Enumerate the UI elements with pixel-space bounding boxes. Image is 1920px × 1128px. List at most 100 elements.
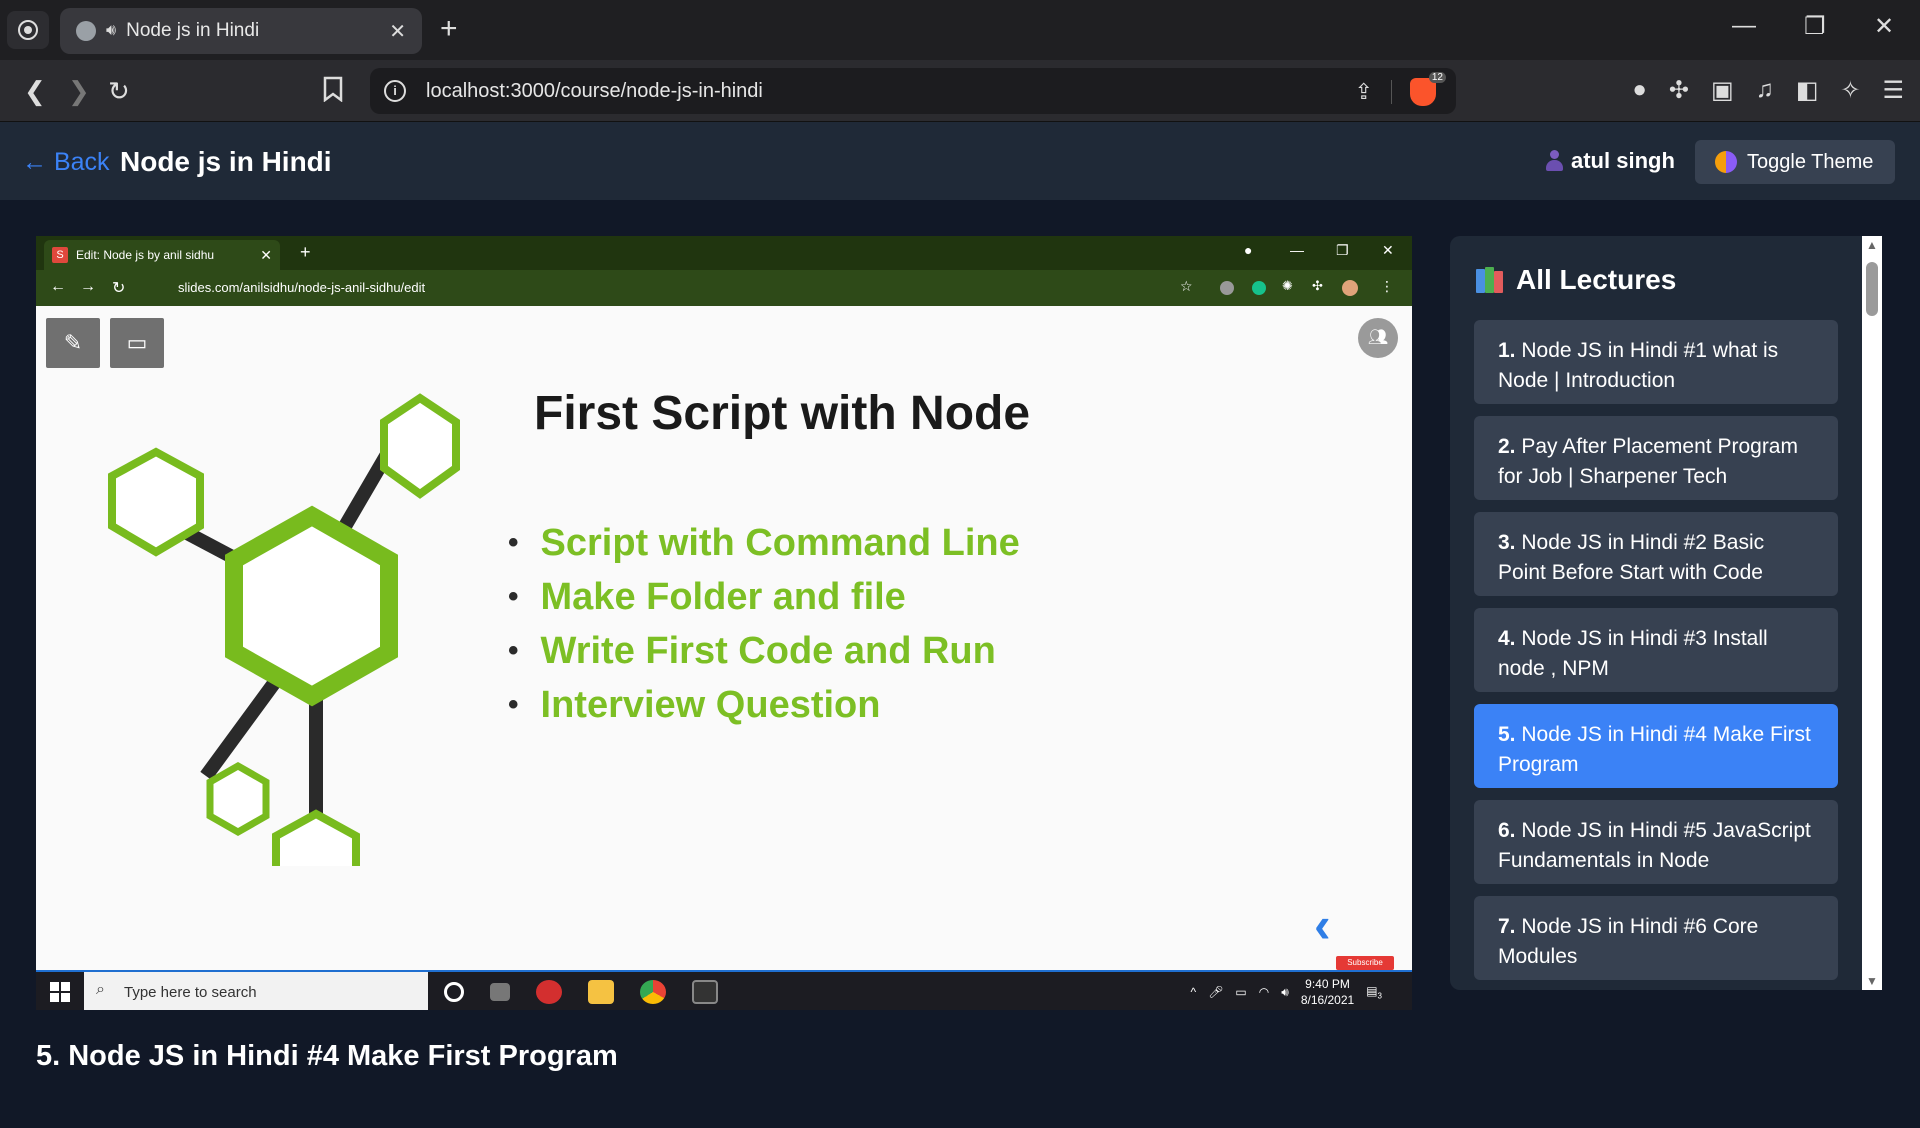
video-minimize-icon: — (1290, 242, 1304, 258)
video-tab-close-icon: ✕ (260, 246, 272, 263)
lecture-number: 7. (1498, 915, 1516, 938)
toggle-theme-button[interactable]: Toggle Theme (1695, 140, 1895, 184)
video-star-icon: ☆ (1180, 278, 1193, 294)
bookmark-icon[interactable] (322, 76, 344, 109)
new-tab-button[interactable]: + (440, 14, 458, 44)
windows-taskbar: ⌕ Type here to search ^ 🎤︎ ▭ ◠ 🔊︎ 9:40 P… (36, 970, 1412, 1010)
restore-icon[interactable]: ❐ (1804, 12, 1826, 41)
forward-arrow-icon[interactable]: ❯ (68, 76, 90, 107)
lecture-title: Node JS in Hindi #5 JavaScript Fundament… (1498, 819, 1811, 872)
sidebar-icon[interactable]: ◧ (1796, 76, 1819, 105)
sidebar-heading-text: All Lectures (1516, 264, 1677, 295)
tab-title: Node js in Hindi (126, 20, 260, 41)
video-reload-icon: ↻ (112, 280, 126, 297)
brave-shields-icon[interactable]: 12 (1410, 72, 1446, 106)
slide-bullet: Script with Command Line (508, 516, 1020, 570)
lecture-number: 3. (1498, 531, 1516, 554)
slide-content: ✎ ▭ 👥︎ First Script with Node Script wit… (36, 306, 1412, 970)
media-icon[interactable]: ♫ (1756, 76, 1774, 105)
site-info-icon[interactable]: i (384, 80, 406, 102)
video-url: slides.com/anilsidhu/node-js-anil-sidhu/… (178, 280, 426, 295)
video-react-icon: ✺ (1282, 278, 1293, 293)
scroll-up-icon[interactable]: ▲ (1866, 238, 1878, 252)
lecture-list: 1. Node JS in Hindi #1 what is Node | In… (1474, 320, 1838, 990)
microphone-icon: 🎤︎ (1208, 985, 1224, 999)
close-tab-icon[interactable]: ✕ (389, 19, 406, 44)
leo-ai-icon[interactable]: ✧ (1840, 76, 1860, 105)
sidebar-scrollbar[interactable]: ▲ ▼ (1862, 236, 1882, 990)
theme-icon (1715, 151, 1737, 173)
reload-icon[interactable]: ↻ (108, 76, 130, 107)
menu-icon[interactable]: ☰ (1882, 76, 1904, 105)
system-tray: ^ 🎤︎ ▭ ◠ 🔊︎ 9:40 PM 8/16/2021 ▤3 (1191, 976, 1382, 1008)
share-icon[interactable]: ⇪ (1355, 79, 1373, 105)
user-name: atul singh (1571, 148, 1675, 173)
notification-icon: ▤3 (1366, 983, 1382, 1001)
video-restore-icon: ❐ (1336, 242, 1349, 258)
lecture-title: Node JS in Hindi #2 Basic Point Before S… (1498, 531, 1765, 584)
video-tab-title: Edit: Node js by anil sidhu (76, 248, 215, 262)
divider (1391, 80, 1392, 104)
lecture-number: 5. (1498, 723, 1516, 746)
speaker-icon[interactable]: 🔊︎ (106, 22, 116, 40)
hexagon-top (380, 393, 460, 499)
back-link[interactable]: ← Back (22, 148, 110, 177)
brave-logo-icon (18, 20, 38, 40)
address-bar[interactable]: i localhost:3000/course/node-js-in-hindi… (370, 68, 1456, 114)
url-text[interactable]: localhost:3000/course/node-js-in-hindi (426, 80, 763, 103)
lecture-item[interactable]: 1. Node JS in Hindi #1 what is Node | In… (1474, 320, 1838, 404)
lecture-item[interactable]: 2. Pay After Placement Program for Job |… (1474, 416, 1838, 500)
books-icon (1476, 267, 1504, 293)
lecture-title: Node JS in Hindi #6 Core Modules (1498, 915, 1759, 968)
lecture-number: 6. (1498, 819, 1516, 842)
lecture-item[interactable]: 7. Node JS in Hindi #6 Core Modules (1474, 896, 1838, 980)
lecture-title: Node JS in Hindi #4 Make First Program (1498, 723, 1811, 776)
subscribe-badge: Subscribe (1336, 956, 1394, 970)
scroll-down-icon[interactable]: ▼ (1866, 974, 1878, 988)
wifi-icon: ◠ (1258, 985, 1270, 999)
video-menu-icon: ⋮ (1380, 278, 1394, 294)
windows-start-icon (50, 982, 70, 1002)
video-close-icon: ✕ (1382, 242, 1394, 258)
file-explorer-icon (588, 980, 614, 1004)
video-profile-icon: ● (1244, 242, 1253, 258)
video-browser-tabbar: S Edit: Node js by anil sidhu ✕ + ● — ❐ … (36, 236, 1412, 270)
hexagon-network-illustration (108, 393, 460, 866)
lecture-number: 2. (1498, 435, 1516, 458)
user-profile[interactable]: atul singh (1545, 148, 1675, 174)
browser-toolbar: ❮ ❯ ↻ i localhost:3000/course/node-js-in… (0, 60, 1920, 122)
minimize-icon[interactable]: — (1732, 12, 1756, 40)
lecture-title: Pay After Placement Program for Job | Sh… (1498, 435, 1798, 488)
lecture-title: Node JS in Hindi #1 what is Node | Intro… (1498, 339, 1779, 392)
lecture-item[interactable]: 5. Node JS in Hindi #4 Make First Progra… (1474, 704, 1838, 788)
video-player[interactable]: S Edit: Node js by anil sidhu ✕ + ● — ❐ … (36, 236, 1412, 1010)
video-puzzle-icon: ✣ (1312, 278, 1323, 293)
reader-mode-icon[interactable]: ▣ (1711, 76, 1734, 105)
browser-tab[interactable]: 🔊︎ Node js in Hindi ✕ (60, 8, 422, 54)
magnifier-icon: ⌕ (96, 981, 105, 998)
volume-icon: 🔊︎ (1281, 984, 1289, 999)
lecture-item[interactable]: 6. Node JS in Hindi #5 JavaScript Fundam… (1474, 800, 1838, 884)
lecture-title: Node JS in Hindi #3 Install node , NPM (1498, 627, 1768, 680)
lecture-item[interactable]: 3. Node JS in Hindi #2 Basic Point Befor… (1474, 512, 1838, 596)
course-title: Node js in Hindi (120, 146, 332, 177)
chrome-icon (640, 980, 666, 1004)
close-window-icon[interactable]: ✕ (1874, 12, 1894, 41)
browser-menu-button[interactable] (7, 11, 49, 49)
video-browser-tab: S Edit: Node js by anil sidhu ✕ (44, 240, 280, 270)
lecture-item[interactable]: 4. Node JS in Hindi #3 Install node , NP… (1474, 608, 1838, 692)
scrollbar-thumb[interactable] (1866, 262, 1878, 316)
lectures-sidebar: All Lectures 1. Node JS in Hindi #1 what… (1450, 236, 1882, 990)
terminal-icon (692, 980, 718, 1004)
cortana-icon (444, 982, 464, 1002)
lecture-number: 4. (1498, 627, 1516, 650)
user-icon (1545, 150, 1563, 172)
taskbar-search: ⌕ Type here to search (84, 972, 428, 1010)
back-arrow-icon[interactable]: ❮ (24, 76, 46, 107)
wallet-icon[interactable]: ● (1632, 76, 1647, 105)
slide-prev-arrow-icon: ‹ (1314, 897, 1331, 953)
video-newtab-icon: + (300, 242, 311, 262)
battery-icon: ▭ (1235, 985, 1247, 999)
extensions-icon[interactable]: ✣ (1669, 76, 1689, 105)
people-icon: 👥︎ (1358, 318, 1398, 358)
